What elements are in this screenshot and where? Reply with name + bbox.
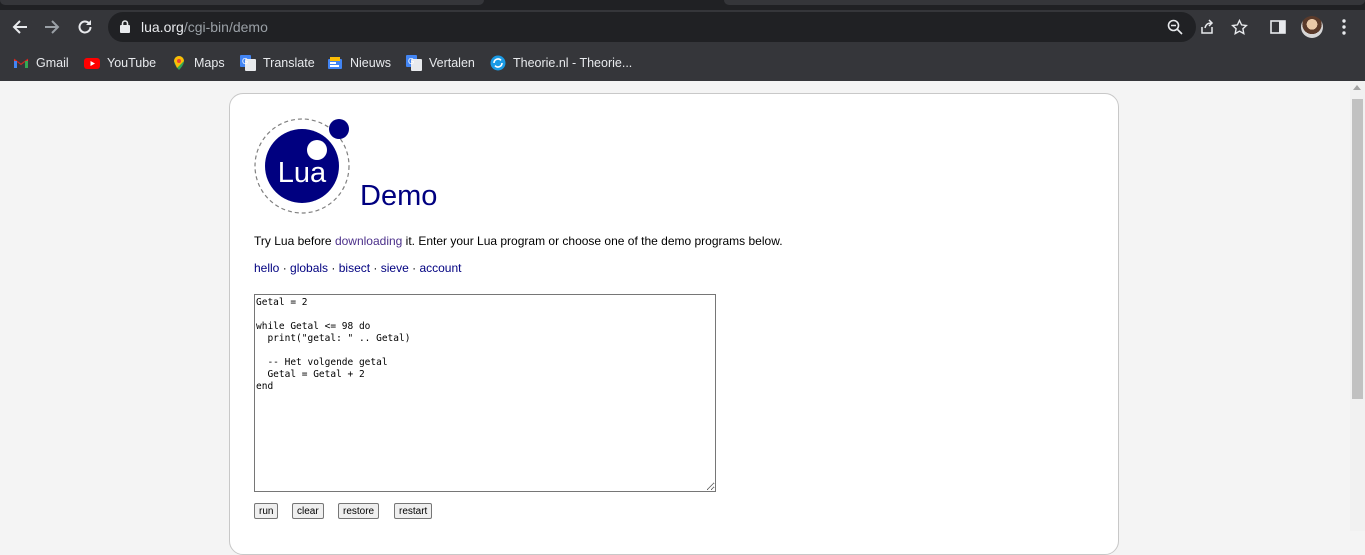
url-text[interactable]: lua.org/cgi-bin/demo bbox=[141, 19, 268, 35]
bookmark-label: Nieuws bbox=[350, 56, 391, 70]
bookmark-label: Gmail bbox=[36, 56, 69, 70]
url-host: lua.org bbox=[141, 19, 184, 35]
lock-icon[interactable] bbox=[120, 20, 130, 38]
demo-link-globals[interactable]: globals bbox=[290, 261, 328, 275]
bookmark-label: Theorie.nl - Theorie... bbox=[513, 56, 633, 70]
demo-link-hello[interactable]: hello bbox=[254, 261, 279, 275]
maps-icon bbox=[171, 55, 187, 71]
theorie-icon bbox=[490, 55, 506, 71]
share-icon[interactable] bbox=[1198, 18, 1216, 36]
demo-link-bisect[interactable]: bisect bbox=[339, 261, 370, 275]
bookmark-gmail[interactable]: Gmail bbox=[13, 54, 69, 72]
clear-button[interactable]: clear bbox=[292, 503, 324, 519]
browser-toolbar: lua.org/cgi-bin/demo bbox=[0, 10, 1365, 44]
url-path: /cgi-bin/demo bbox=[183, 19, 268, 35]
profile-avatar[interactable] bbox=[1301, 16, 1323, 38]
forward-arrow-icon bbox=[45, 20, 60, 34]
youtube-icon bbox=[84, 55, 100, 71]
bookmark-youtube[interactable]: YouTube bbox=[84, 54, 156, 72]
svg-text:G: G bbox=[242, 57, 248, 66]
translate-icon: G bbox=[240, 55, 256, 71]
bookmark-label: Translate bbox=[263, 56, 315, 70]
vertical-scrollbar[interactable] bbox=[1350, 81, 1365, 531]
intro-text: Try Lua before downloading it. Enter you… bbox=[254, 234, 783, 248]
bookmark-label: Maps bbox=[194, 56, 225, 70]
translate-icon: G bbox=[406, 55, 422, 71]
bookmark-nieuws[interactable]: Nieuws bbox=[327, 54, 391, 72]
menu-kebab-icon[interactable] bbox=[1334, 17, 1354, 37]
link-separator: · bbox=[279, 261, 291, 275]
forward-button[interactable] bbox=[38, 13, 66, 41]
address-bar[interactable]: lua.org/cgi-bin/demo bbox=[108, 12, 1248, 42]
tab[interactable] bbox=[724, 0, 1365, 5]
page-title: Demo bbox=[360, 180, 438, 212]
bookmark-vertalen[interactable]: G Vertalen bbox=[406, 54, 475, 72]
demo-link-sieve[interactable]: sieve bbox=[381, 261, 409, 275]
bookmark-translate[interactable]: G Translate bbox=[240, 54, 315, 72]
intro-text-start: Try Lua before bbox=[254, 234, 335, 248]
back-arrow-icon bbox=[12, 20, 27, 34]
bookmarks-bar: Gmail YouTube Maps G Translate Nieuws G … bbox=[0, 44, 1365, 82]
intro-text-end: it. Enter your Lua program or choose one… bbox=[402, 234, 783, 248]
link-separator: · bbox=[370, 261, 381, 275]
scroll-up-arrow-icon[interactable] bbox=[1353, 85, 1361, 90]
bookmark-label: Vertalen bbox=[429, 56, 475, 70]
tab-strip bbox=[0, 0, 1365, 10]
bookmark-star-icon[interactable] bbox=[1230, 18, 1248, 36]
demo-links: hello · globals · bisect · sieve · accou… bbox=[254, 261, 461, 275]
lua-logo-text: Lua bbox=[278, 157, 327, 189]
link-separator: · bbox=[408, 261, 420, 275]
reload-button[interactable] bbox=[71, 13, 99, 41]
svg-text:G: G bbox=[408, 57, 414, 66]
gmail-icon bbox=[13, 55, 29, 71]
run-button[interactable]: run bbox=[254, 503, 279, 519]
restore-button[interactable]: restore bbox=[338, 503, 380, 519]
bookmark-label: YouTube bbox=[107, 56, 157, 70]
zoom-icon[interactable] bbox=[1166, 18, 1184, 36]
demo-link-account[interactable]: account bbox=[419, 261, 461, 275]
bookmark-theorie[interactable]: Theorie.nl - Theorie... bbox=[490, 54, 632, 72]
lua-logo[interactable]: Lua bbox=[254, 117, 354, 222]
code-editor[interactable]: Getal = 2 while Getal <= 98 do print("ge… bbox=[254, 294, 716, 492]
news-icon bbox=[327, 55, 343, 71]
scrollbar-thumb[interactable] bbox=[1352, 99, 1363, 399]
link-separator: · bbox=[328, 261, 339, 275]
bookmark-maps[interactable]: Maps bbox=[171, 54, 225, 72]
back-button[interactable] bbox=[6, 13, 34, 41]
side-panel-icon[interactable] bbox=[1268, 17, 1288, 37]
reload-icon bbox=[78, 20, 92, 34]
tab[interactable] bbox=[0, 0, 484, 5]
restart-button[interactable]: restart bbox=[394, 503, 433, 519]
downloading-link[interactable]: downloading bbox=[335, 234, 402, 248]
